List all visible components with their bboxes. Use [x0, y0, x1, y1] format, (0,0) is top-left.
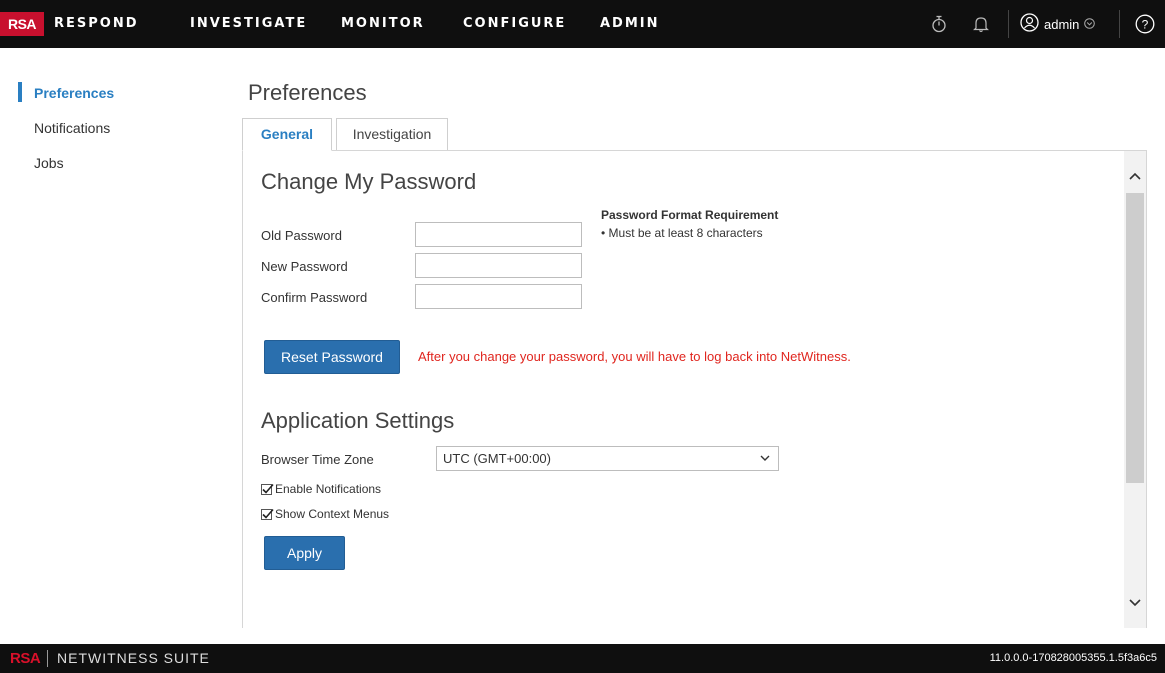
- chevron-down-icon: [760, 447, 770, 470]
- timezone-select[interactable]: UTC (GMT+00:00): [436, 446, 779, 471]
- checkbox-checked-icon: [261, 483, 274, 495]
- chevron-down-icon[interactable]: [1124, 592, 1146, 614]
- vertical-scrollbar[interactable]: [1124, 151, 1146, 628]
- tab-general[interactable]: General: [242, 118, 332, 151]
- rsa-logo[interactable]: RSA: [0, 12, 44, 36]
- stopwatch-icon[interactable]: [928, 0, 950, 48]
- user-menu[interactable]: admin: [1020, 0, 1096, 48]
- reset-password-button[interactable]: Reset Password: [264, 340, 400, 374]
- password-warning-text: After you change your password, you will…: [418, 349, 851, 364]
- tab-investigation[interactable]: Investigation: [336, 118, 448, 151]
- divider: [1008, 10, 1009, 38]
- password-requirement-item: • Must be at least 8 characters: [601, 226, 763, 240]
- application-settings-heading: Application Settings: [261, 408, 455, 433]
- confirm-password-field[interactable]: [415, 284, 582, 309]
- sidebar-item-jobs[interactable]: Jobs: [34, 155, 64, 171]
- top-navigation-bar: RSA RESPOND INVESTIGATE MONITOR CONFIGUR…: [0, 0, 1165, 48]
- bell-icon[interactable]: [970, 0, 992, 48]
- page-title: Preferences: [248, 80, 367, 105]
- version-label: 11.0.0.0-170828005355.1.5f3a6c5: [989, 652, 1157, 664]
- new-password-field[interactable]: [415, 253, 582, 278]
- username: admin: [1044, 16, 1080, 32]
- old-password-field[interactable]: [415, 222, 582, 247]
- timezone-label: Browser Time Zone: [261, 452, 374, 467]
- general-settings-panel: Change My Password Old Password New Pass…: [242, 150, 1147, 628]
- divider: [1119, 10, 1120, 38]
- footer-rsa-logo: RSA: [10, 650, 41, 667]
- footer-bar: RSA NETWITNESS SUITE 11.0.0.0-1708280053…: [0, 644, 1165, 673]
- enable-notifications-checkbox[interactable]: Enable Notifications: [261, 482, 381, 496]
- chevron-down-circle-icon: [1084, 17, 1096, 32]
- new-password-label: New Password: [261, 259, 348, 274]
- user-circle-icon: [1020, 13, 1039, 35]
- checkbox-checked-icon: [261, 508, 274, 520]
- timezone-value: UTC (GMT+00:00): [443, 451, 551, 466]
- nav-investigate[interactable]: INVESTIGATE: [190, 0, 307, 48]
- divider: [47, 650, 48, 667]
- nav-respond[interactable]: RESPOND: [54, 0, 139, 48]
- show-context-menus-checkbox[interactable]: Show Context Menus: [261, 507, 389, 521]
- help-icon[interactable]: ?: [1130, 0, 1160, 48]
- nav-admin[interactable]: ADMIN: [600, 0, 660, 48]
- chevron-up-icon[interactable]: [1124, 165, 1146, 187]
- old-password-label: Old Password: [261, 228, 342, 243]
- show-context-menus-label: Show Context Menus: [275, 507, 390, 521]
- sidebar-item-preferences[interactable]: Preferences: [34, 85, 114, 101]
- nav-configure[interactable]: CONFIGURE: [463, 0, 566, 48]
- footer-product-name: NETWITNESS SUITE: [57, 650, 210, 666]
- apply-button[interactable]: Apply: [264, 536, 345, 570]
- active-indicator: [18, 82, 22, 102]
- change-password-heading: Change My Password: [261, 169, 477, 194]
- enable-notifications-label: Enable Notifications: [275, 482, 382, 496]
- scrollbar-thumb[interactable]: [1126, 193, 1144, 483]
- confirm-password-label: Confirm Password: [261, 290, 368, 305]
- nav-monitor[interactable]: MONITOR: [341, 0, 425, 48]
- sidebar-item-notifications[interactable]: Notifications: [34, 120, 110, 136]
- svg-text:?: ?: [1142, 18, 1149, 32]
- password-requirement-title: Password Format Requirement: [601, 208, 779, 222]
